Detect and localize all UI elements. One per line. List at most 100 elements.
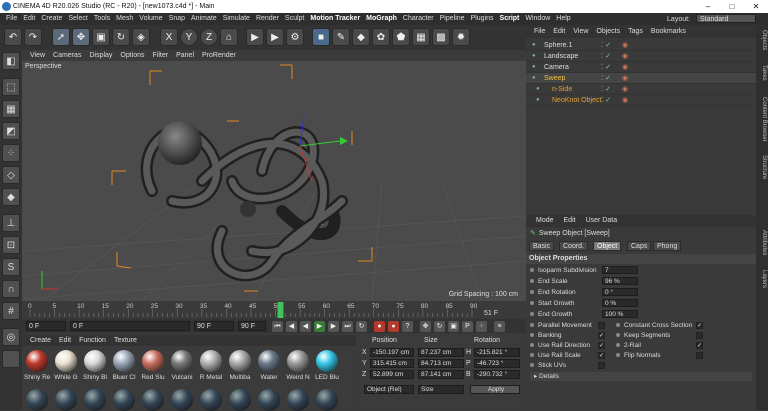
animation-dot-icon[interactable] <box>530 279 534 283</box>
object-row[interactable]: ● Sphere.1 ⁚ ✓ ◉ <box>526 40 756 51</box>
menu-motion-tracker[interactable]: Motion Tracker <box>307 13 363 25</box>
menu-script[interactable]: Script <box>497 13 523 25</box>
visibility-check-icon[interactable]: ⁚ ✓ <box>601 51 611 62</box>
record-position-icon[interactable]: ✥ <box>420 321 431 332</box>
next-key-icon[interactable]: ▶ <box>328 321 339 332</box>
object-row[interactable]: ● Camera ⁚ ✓ ◉ <box>526 62 756 73</box>
timeline-menu-icon[interactable]: ≡ <box>494 321 505 332</box>
attribute-checkbox[interactable]: ✓ <box>598 342 605 349</box>
render-view-icon[interactable]: ▶ <box>246 28 264 46</box>
material-swatch[interactable]: Vulcani <box>169 348 195 381</box>
workplane-lock-icon[interactable]: # <box>2 302 20 320</box>
animation-dot-icon[interactable] <box>530 363 534 367</box>
menu-pipeline[interactable]: Pipeline <box>437 13 468 25</box>
menu-plugins[interactable]: Plugins <box>468 13 497 25</box>
animation-dot-icon[interactable] <box>616 353 620 357</box>
object-name[interactable]: Landscape <box>544 51 578 62</box>
menu-tools[interactable]: Tools <box>91 13 113 25</box>
side-tab-takes[interactable]: Takes <box>757 65 767 81</box>
attributes-menu-user-data[interactable]: User Data <box>581 215 623 227</box>
start-frame-field[interactable]: 0 F <box>26 321 66 331</box>
size-y-field[interactable]: 84.713 cm <box>418 359 464 368</box>
side-tab-layers[interactable]: Layers <box>757 270 767 288</box>
material-ball-icon[interactable] <box>111 387 137 411</box>
material-ball-icon[interactable] <box>53 387 79 411</box>
preview-min-field[interactable]: 0 F <box>70 321 190 331</box>
record-active-icon[interactable]: ● <box>374 321 385 332</box>
polygons-mode-icon[interactable]: ◆ <box>2 188 20 206</box>
tag-icon[interactable]: ◉ <box>622 84 628 95</box>
magnet-icon[interactable]: ∩ <box>2 280 20 298</box>
object-name[interactable]: Camera <box>544 62 569 73</box>
material-ball-icon[interactable] <box>285 387 311 411</box>
record-pla-icon[interactable]: ⁘ <box>476 321 487 332</box>
light-icon[interactable]: ✹ <box>452 28 470 46</box>
menu-render[interactable]: Render <box>253 13 282 25</box>
object-properties-header[interactable]: Object Properties <box>526 254 756 264</box>
object-name[interactable]: Sphere.1 <box>544 40 572 51</box>
attribute-value-field[interactable]: 100 % <box>602 310 638 318</box>
scene-floor-icon[interactable]: ▦ <box>412 28 430 46</box>
subdivision-icon[interactable]: ◆ <box>352 28 370 46</box>
object-menu-file[interactable]: File <box>530 25 549 38</box>
minimize-button[interactable]: – <box>696 0 720 13</box>
material-swatch[interactable]: Shiny Bl <box>82 348 108 381</box>
menu-mograph[interactable]: MoGraph <box>363 13 400 25</box>
menu-character[interactable]: Character <box>400 13 437 25</box>
maximize-button[interactable]: □ <box>720 0 744 13</box>
tweak-icon[interactable]: ⊡ <box>2 236 20 254</box>
object-row[interactable]: ● Sweep ⁚ ✓ ◉ <box>526 73 756 84</box>
preview-max-field[interactable]: 90 F <box>194 321 234 331</box>
render-picture-viewer-icon[interactable]: ▶ <box>266 28 284 46</box>
layout-selector[interactable]: Layout: Standard <box>664 14 756 24</box>
menu-create[interactable]: Create <box>38 13 65 25</box>
undo-icon[interactable]: ↶ <box>4 28 22 46</box>
material-ball-icon[interactable] <box>82 387 108 411</box>
tab-caps[interactable]: Caps <box>627 241 652 251</box>
material-ball-icon[interactable] <box>256 387 282 411</box>
menu-snap[interactable]: Snap <box>166 13 188 25</box>
details-section[interactable]: ▸ Details <box>530 372 752 381</box>
menu-simulate[interactable]: Simulate <box>220 13 253 25</box>
material-swatch[interactable]: Weird N <box>285 348 311 381</box>
attributes-menu-edit[interactable]: Edit <box>559 215 581 227</box>
end-frame-field[interactable]: 90 F <box>238 321 266 331</box>
object-menu-tags[interactable]: Tags <box>624 25 647 38</box>
viewport-menu-options[interactable]: Options <box>116 50 148 61</box>
object-menu-edit[interactable]: Edit <box>549 25 569 38</box>
previous-key-icon[interactable]: ◀ <box>286 321 297 332</box>
tag-icon[interactable]: ◉ <box>622 95 628 106</box>
animation-dot-icon[interactable] <box>530 353 534 357</box>
scale-tool-icon[interactable]: ▣ <box>92 28 110 46</box>
material-swatch[interactable]: LED Blu <box>314 348 340 381</box>
go-to-start-icon[interactable]: ⏮ <box>272 321 283 332</box>
move-tool-icon[interactable]: ✥ <box>72 28 90 46</box>
material-ball-icon[interactable] <box>227 387 253 411</box>
workplane-icon[interactable]: ◩ <box>2 122 20 140</box>
menu-animate[interactable]: Animate <box>188 13 220 25</box>
side-tab-attributes[interactable]: Attributes <box>757 230 767 255</box>
material-ball-icon[interactable] <box>140 387 166 411</box>
material-swatch[interactable]: Water <box>256 348 282 381</box>
tab-object[interactable]: Object <box>593 241 622 251</box>
attribute-value-field[interactable]: 7 <box>602 266 638 274</box>
side-tab-content-browser[interactable]: Content Browser <box>757 97 767 142</box>
material-ball-icon[interactable] <box>314 387 340 411</box>
menu-volume[interactable]: Volume <box>136 13 165 25</box>
viewport-menu-panel[interactable]: Panel <box>172 50 198 61</box>
object-row[interactable]: ● Landscape ⁚ ✓ ◉ <box>526 51 756 62</box>
viewport-menu-filter[interactable]: Filter <box>149 50 173 61</box>
tab-basic[interactable]: Basic <box>529 241 555 251</box>
animation-dot-icon[interactable] <box>616 323 620 327</box>
menu-mesh[interactable]: Mesh <box>113 13 136 25</box>
menu-window[interactable]: Window <box>522 13 553 25</box>
material-menu-texture[interactable]: Texture <box>110 335 141 346</box>
object-menu-bookmarks[interactable]: Bookmarks <box>647 25 690 38</box>
visibility-check-icon[interactable]: ⁚ ✓ <box>601 73 611 84</box>
attribute-checkbox[interactable]: ✓ <box>598 332 605 339</box>
close-button[interactable]: ✕ <box>744 0 768 13</box>
attribute-value-field[interactable]: 0 ° <box>602 288 638 296</box>
material-swatch[interactable]: Red Slu <box>140 348 166 381</box>
material-ball-icon[interactable] <box>169 387 195 411</box>
object-menu-objects[interactable]: Objects <box>592 25 624 38</box>
